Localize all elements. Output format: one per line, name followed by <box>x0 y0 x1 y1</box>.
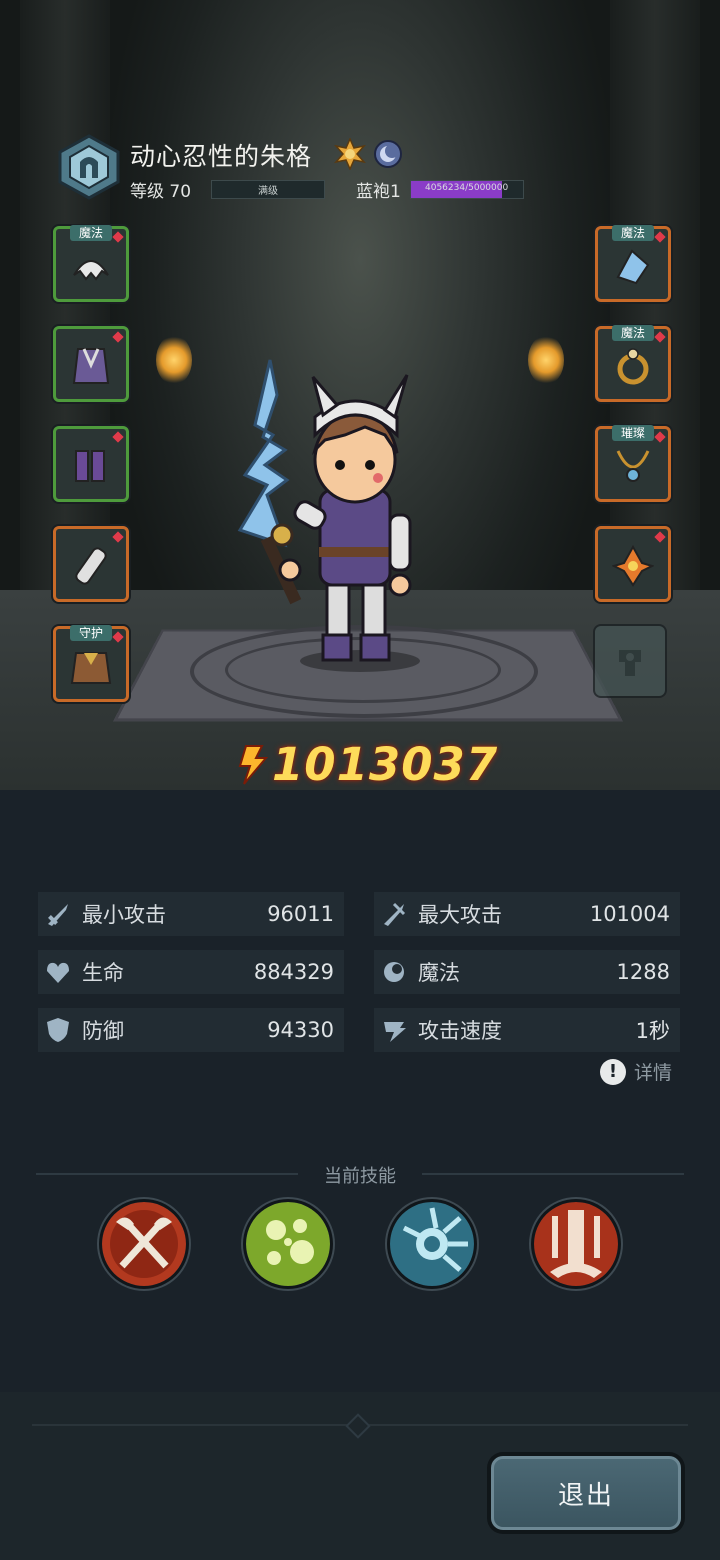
fire-pillar-skill-icon[interactable] <box>534 1202 618 1286</box>
moon-badge-icon <box>374 140 402 168</box>
power-icon <box>238 745 269 785</box>
stat-value: 96011 <box>267 902 334 926</box>
speed-icon <box>384 1022 406 1042</box>
equip-slot-empty[interactable] <box>595 626 665 696</box>
stat-name: 最大攻击 <box>418 903 502 927</box>
scroll-icon <box>75 547 107 585</box>
necklace-icon <box>616 450 650 482</box>
equip-slot-necklace[interactable]: 璀璨 <box>595 425 671 502</box>
exit-label: 退出 <box>491 1456 681 1530</box>
skills-title: 当前技能 <box>324 1166 396 1187</box>
heart-icon <box>47 962 69 983</box>
bracer-icon <box>616 249 650 285</box>
gem-icon <box>112 231 124 243</box>
armor-icon <box>70 652 112 684</box>
burst-skill-icon[interactable] <box>390 1202 474 1286</box>
details-label: 详情 <box>634 1062 673 1084</box>
slot-tag: 守护 <box>70 625 112 641</box>
stat-value: 94330 <box>267 1018 334 1042</box>
info-icon: ! <box>600 1058 626 1085</box>
slot-tag: 璀璨 <box>612 425 654 441</box>
equip-slot-charm[interactable] <box>595 526 671 602</box>
stat-max-attack: 最大攻击 101004 <box>374 892 680 936</box>
crossed-axes-skill-icon[interactable] <box>102 1202 186 1286</box>
sword-icon <box>48 904 68 926</box>
stat-magic: 魔法 1288 <box>374 950 680 994</box>
stat-name: 攻击速度 <box>418 1019 502 1043</box>
equip-slot-boots[interactable] <box>53 426 129 502</box>
equip-slot-guardian[interactable]: 守护 <box>53 625 129 702</box>
stat-health: 生命 884329 <box>38 950 344 994</box>
empty-slot-icon <box>619 650 641 676</box>
robe-progress-bar: 4056234/5000000 <box>410 180 524 199</box>
stat-name: 防御 <box>82 1019 124 1043</box>
stat-name: 最小攻击 <box>82 903 166 927</box>
lamp-right-icon <box>528 335 564 385</box>
stat-value: 101004 <box>589 902 670 926</box>
equip-slot-helmet[interactable]: 魔法 <box>53 225 129 302</box>
gem-icon <box>112 331 124 343</box>
charm-icon <box>612 545 654 587</box>
exp-text: 满级 <box>258 186 278 197</box>
lamp-left-icon <box>156 335 192 385</box>
ring-icon <box>617 348 649 385</box>
gem-icon <box>112 431 124 443</box>
robe-icon <box>72 348 110 384</box>
equip-slot-robe[interactable] <box>53 326 129 402</box>
stat-min-attack: 最小攻击 96011 <box>38 892 344 936</box>
sun-badge-icon <box>334 138 366 170</box>
gem-icon <box>654 431 666 443</box>
hero-character[interactable] <box>215 355 435 675</box>
exit-button[interactable]: 退出 <box>487 1452 685 1534</box>
rank-emblem-icon <box>58 134 120 200</box>
gem-icon <box>654 531 666 543</box>
equip-slot-ring[interactable]: 魔法 <box>595 325 671 402</box>
shield-icon <box>47 1018 69 1042</box>
gem-icon <box>112 631 124 643</box>
equip-slot-bracer[interactable]: 魔法 <box>595 225 671 302</box>
stat-value: 1288 <box>616 960 670 984</box>
stat-defense: 防御 94330 <box>38 1008 344 1052</box>
boots-icon <box>75 450 105 482</box>
stat-name: 魔法 <box>418 961 460 985</box>
level-label: 等级 70 <box>130 182 192 202</box>
sword-icon <box>384 902 406 926</box>
slot-tag: 魔法 <box>612 225 654 241</box>
slot-tag: 魔法 <box>70 225 112 241</box>
gem-icon <box>654 331 666 343</box>
slot-tag: 魔法 <box>612 325 654 341</box>
stat-value: 884329 <box>253 960 334 984</box>
details-button[interactable]: ! 详情 <box>600 1058 672 1085</box>
stat-attack-speed: 攻击速度 1秒 <box>374 1008 680 1052</box>
robe-progress-text: 4056234/5000000 <box>425 183 509 193</box>
helmet-icon <box>73 260 109 281</box>
gem-icon <box>654 231 666 243</box>
hero-name: 动心忍性的朱格 <box>130 142 313 171</box>
magic-icon <box>384 962 404 982</box>
equip-slot-scroll[interactable] <box>53 526 129 602</box>
exp-bar: 满级 <box>211 180 325 199</box>
gem-icon <box>112 531 124 543</box>
robe-label: 蓝袍1 <box>356 182 401 202</box>
stat-name: 生命 <box>82 961 124 985</box>
power-value: 1013037 <box>272 737 499 791</box>
combat-power: 1013037 <box>236 736 498 792</box>
green-orbs-skill-icon[interactable] <box>246 1202 330 1286</box>
stat-value: 1秒 <box>635 1019 670 1043</box>
